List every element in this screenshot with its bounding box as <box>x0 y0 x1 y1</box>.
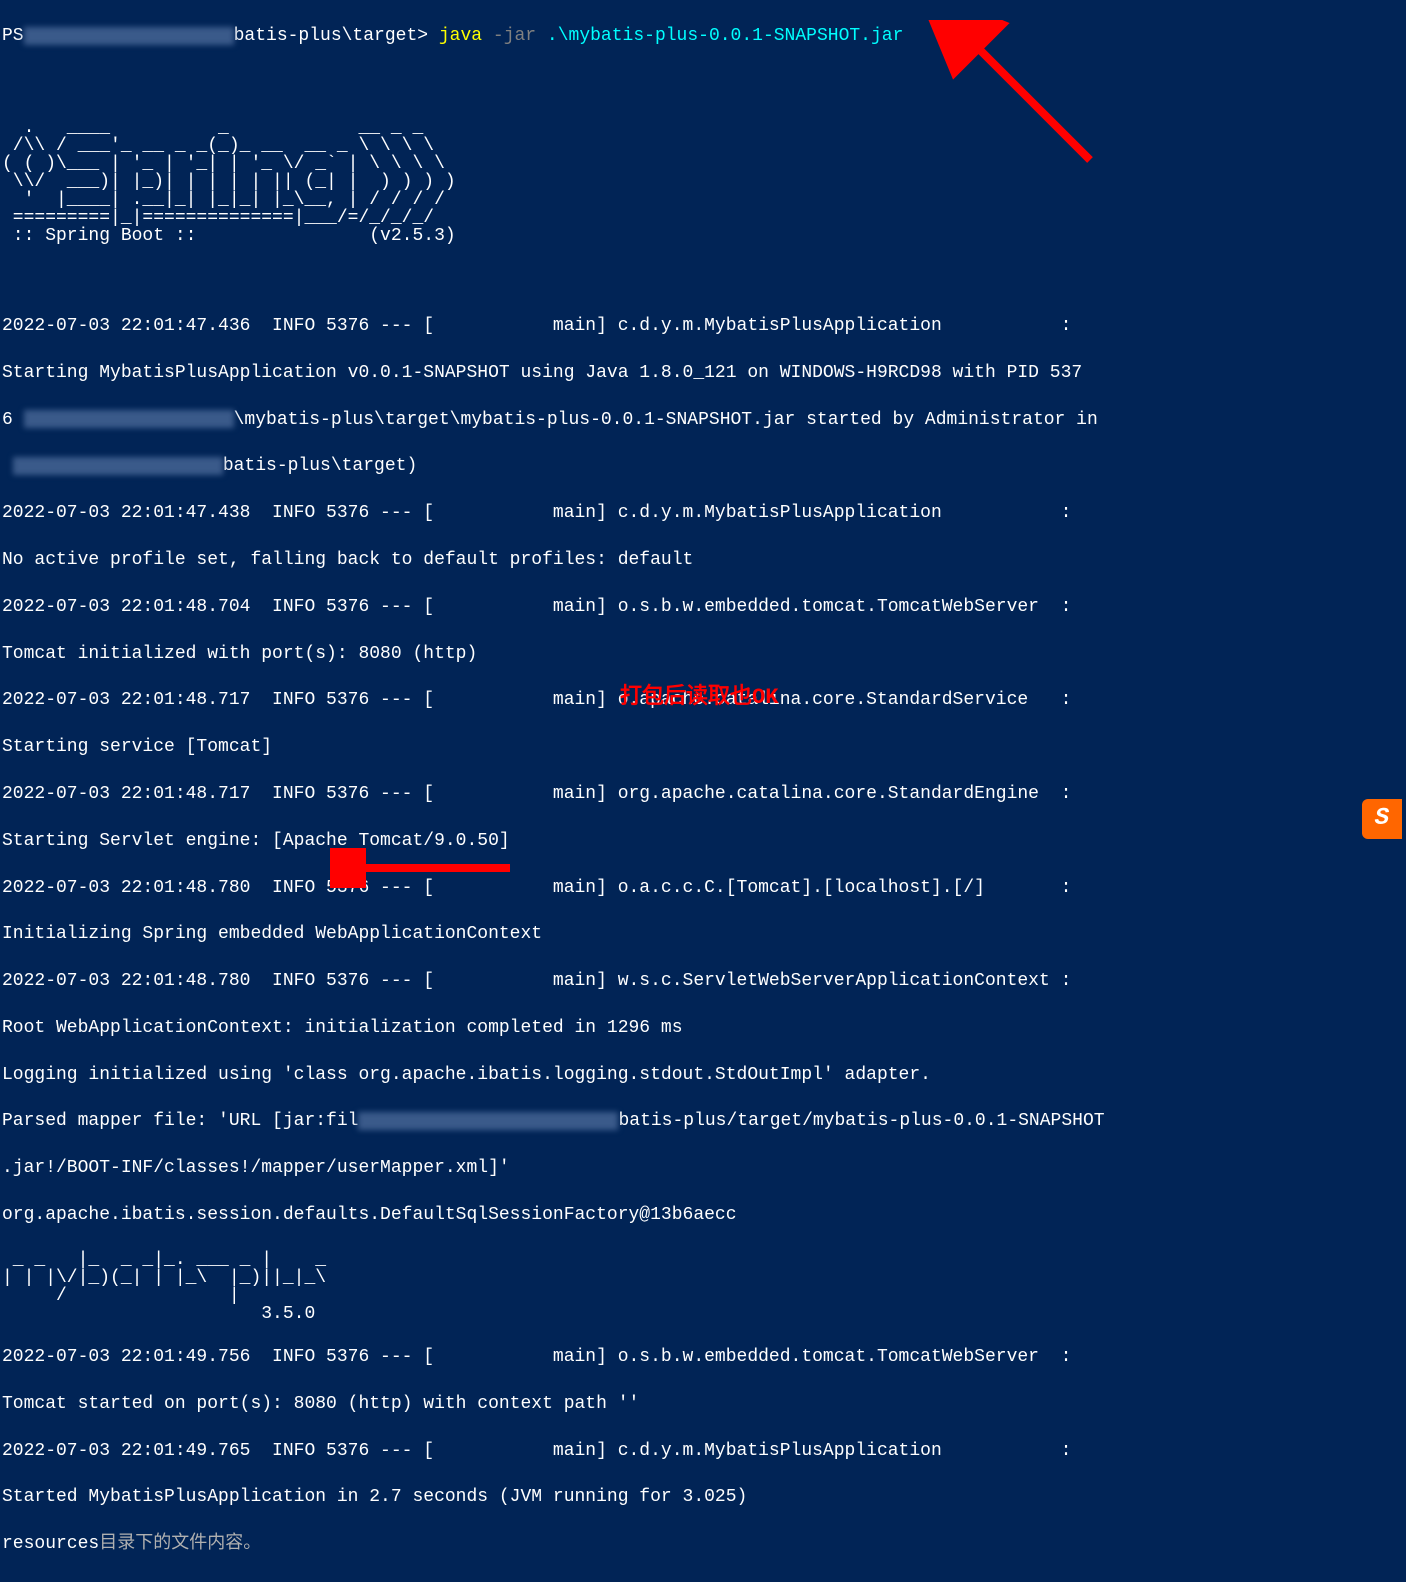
terminal-output[interactable]: PS batis-plus\target> java -jar .\mybatis… <box>0 0 1406 1582</box>
log-entry: org.apache.ibatis.session.defaults.Defau… <box>2 1204 1404 1227</box>
log-entry: 2022-07-03 22:01:47.438 INFO 5376 --- [ … <box>2 502 1404 525</box>
log-entry: Starting service [Tomcat] <box>2 736 1404 759</box>
banner-line: ( ( )\___ | '_ | '_| | '_ \/ _` | \ \ \ … <box>2 154 445 174</box>
sogou-ime-icon[interactable]: S <box>1362 799 1402 839</box>
blank-line <box>2 72 1404 95</box>
log-entry: 2022-07-03 22:01:48.717 INFO 5376 --- [ … <box>2 783 1404 806</box>
jar-flag: -jar <box>493 26 536 46</box>
log-entry: Root WebApplicationContext: initializati… <box>2 1017 1404 1040</box>
log-entry: Started MybatisPlusApplication in 2.7 se… <box>2 1486 1404 1509</box>
log-entry: batis-plus\target) <box>2 455 1404 478</box>
banner-line: . ____ _ __ _ _ <box>2 118 423 138</box>
log-entry: 2022-07-03 22:01:48.780 INFO 5376 --- [ … <box>2 877 1404 900</box>
banner-line: _ _ |_ _ _|_. ___ _ | _ <box>2 1250 337 1270</box>
blank-line <box>2 268 1404 291</box>
log-entry: 2022-07-03 22:01:49.765 INFO 5376 --- [ … <box>2 1440 1404 1463</box>
command-prompt: PS batis-plus\target> java -jar .\mybatis… <box>2 25 1404 48</box>
log-entry: Parsed mapper file: 'URL [jar:filbatis-p… <box>2 1110 1404 1133</box>
path-suffix: batis-plus\target> <box>234 26 428 46</box>
banner-line: ' |____| .__|_| |_|_| |_\__, | / / / / <box>2 190 445 210</box>
blurred-text <box>13 457 223 475</box>
blurred-path <box>24 27 234 45</box>
blurred-text <box>358 1112 618 1130</box>
log-entry: No active profile set, falling back to d… <box>2 549 1404 572</box>
banner-line: / | <box>2 1286 337 1306</box>
log-entry: Initializing Spring embedded WebApplicat… <box>2 923 1404 946</box>
banner-line: :: Spring Boot :: (v2.5.3) <box>2 226 456 246</box>
banner-line: =========|_|==============|___/=/_/_/_/ <box>2 208 434 228</box>
mybatis-banner: _ _ |_ _ _|_. ___ _ | _ | | |\/|_)(_| | … <box>2 1251 1404 1323</box>
log-entry: 6 \mybatis-plus\target\mybatis-plus-0.0.… <box>2 409 1404 432</box>
banner-line: \\/ ___)| |_)| | | | | || (_| | ) ) ) ) <box>2 172 456 192</box>
arrow-annotation-bottom <box>330 848 530 888</box>
arrow-annotation-top <box>920 20 1120 180</box>
annotation-text: 打包后读取也OK <box>620 684 778 713</box>
log-entry: 2022-07-03 22:01:47.436 INFO 5376 --- [ … <box>2 315 1404 338</box>
jar-argument: .\mybatis-plus-0.0.1-SNAPSHOT.jar <box>547 26 903 46</box>
java-command: java <box>439 26 482 46</box>
log-entry: 2022-07-03 22:01:48.704 INFO 5376 --- [ … <box>2 596 1404 619</box>
log-entry: 2022-07-03 22:01:49.756 INFO 5376 --- [ … <box>2 1346 1404 1369</box>
banner-line: 3.5.0 <box>2 1304 326 1324</box>
banner-line: | | |\/|_)(_| | |_\ |_)||_|_\ <box>2 1268 337 1288</box>
ps-prefix: PS <box>2 26 24 46</box>
log-entry: resources目录下的文件内容。 <box>2 1533 1404 1556</box>
log-entry: Tomcat initialized with port(s): 8080 (h… <box>2 643 1404 666</box>
banner-line: /\\ / ___'_ __ _ _(_)_ __ __ _ \ \ \ \ <box>2 136 434 156</box>
log-entry: .jar!/BOOT-INF/classes!/mapper/userMappe… <box>2 1157 1404 1180</box>
log-entry: Starting Servlet engine: [Apache Tomcat/… <box>2 830 1404 853</box>
blurred-text <box>24 410 234 428</box>
log-entry: Logging initialized using 'class org.apa… <box>2 1064 1404 1087</box>
log-entry: Tomcat started on port(s): 8080 (http) w… <box>2 1393 1404 1416</box>
log-entry: Starting MybatisPlusApplication v0.0.1-S… <box>2 362 1404 385</box>
spring-banner: . ____ _ __ _ _ /\\ / ___'_ __ _ _(_)_ _… <box>2 119 1404 245</box>
